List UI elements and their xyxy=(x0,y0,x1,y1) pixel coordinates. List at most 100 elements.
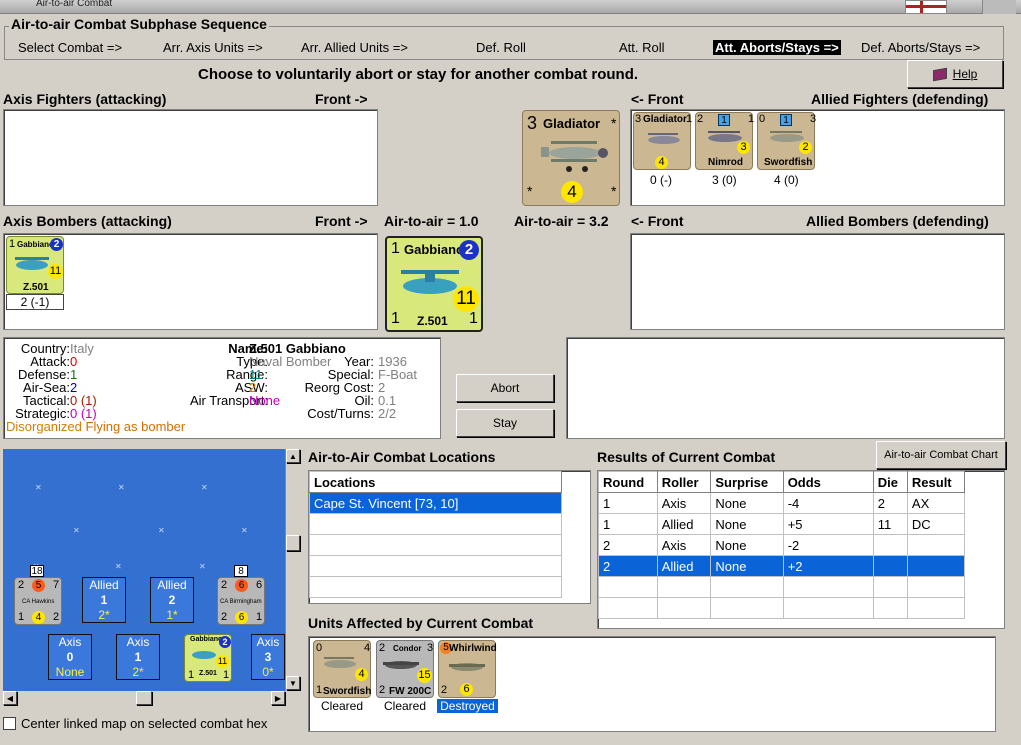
results-rows-2-5 xyxy=(906,534,966,556)
allied-fighter-nimrod[interactable]: 2 1 1 3 Nimrod xyxy=(695,112,754,170)
counter-tl: 3 xyxy=(635,113,642,125)
help-button[interactable]: Help xyxy=(907,60,1003,88)
results-rows-2-4 xyxy=(872,534,908,556)
counter-tl: 2 xyxy=(697,113,704,125)
map-hex-boxes-2-title: Axis xyxy=(58,635,82,649)
results-rows-2-2: None xyxy=(710,534,784,556)
counter-name: Gladiator xyxy=(543,116,601,131)
counter-name: Gladiator xyxy=(643,114,687,125)
scroll-down-arrow-icon[interactable]: ▼ xyxy=(286,676,300,690)
map-hex-boxes-3-title: Axis xyxy=(126,635,150,649)
map-ships-1-name: CA Birmingham xyxy=(220,599,262,605)
axis-fighters-panel[interactable] xyxy=(3,109,378,206)
affected-unit-condor[interactable]: 2 Condor 3 15 2 FW 200C xyxy=(376,640,434,698)
map-ships-1-orange: 6 xyxy=(235,579,248,592)
axis-bomber-caption: 2 (-1) xyxy=(6,294,64,310)
scroll-right-arrow-icon[interactable]: ▶ xyxy=(271,691,285,705)
step-arr-axis-units: Arr. Axis Units => xyxy=(163,40,263,55)
map-map-counter-bottom: Z.501 xyxy=(199,670,217,677)
status-flying-as-bomber: Flying as bomber xyxy=(85,419,186,434)
table-row[interactable]: 2 Axis None -2 xyxy=(598,534,966,556)
affected-unit-whirlwind[interactable]: 5 Whirlwind 2 6 xyxy=(438,640,497,698)
affected-units-0-tr: 4 xyxy=(364,642,371,654)
front-right-label-2: Front -> xyxy=(315,213,368,229)
allied-fighters-label: Allied Fighters (defending) xyxy=(811,91,989,107)
hex-box[interactable]: Axis 1 2* xyxy=(116,634,160,680)
axis-fighters-label: Axis Fighters (attacking) xyxy=(3,91,167,107)
abort-button[interactable]: Abort xyxy=(456,374,554,402)
locations-list[interactable]: Locations Cape St. Vincent [73, 10] xyxy=(308,470,591,604)
counter-value: 4 xyxy=(561,181,583,203)
front-left-label-2: <- Front xyxy=(631,213,684,229)
cost-label: Cost/Turns: xyxy=(307,406,374,421)
window-controls[interactable] xyxy=(982,0,1016,14)
location-row[interactable]: Cape St. Vincent [73, 10] xyxy=(309,492,562,514)
results-rows-1-4: 11 xyxy=(872,513,908,535)
selected-allied-counter[interactable]: 3 Gladiator * * * 4 xyxy=(522,110,620,206)
scroll-h-thumb[interactable] xyxy=(136,691,152,705)
results-rows-3-0: 2 xyxy=(598,555,658,577)
hex-box[interactable]: Axis 0 None xyxy=(48,634,92,680)
affected-units-1-tl: 2 xyxy=(379,642,386,654)
allied-fighter-caption: 0 (-) xyxy=(650,173,672,187)
results-rows-1-0: 1 xyxy=(598,513,658,535)
results-rows-2-1: Axis xyxy=(656,534,712,556)
map-hex-boxes-0-sub: 2* xyxy=(98,608,110,622)
allied-fighter-caption: 3 (0) xyxy=(712,173,737,187)
hex-box[interactable]: Allied 2 1* xyxy=(150,577,194,623)
scroll-up-arrow-icon[interactable]: ▲ xyxy=(286,449,300,463)
hex-box[interactable]: Allied 1 2* xyxy=(82,577,126,623)
table-row[interactable]: 1 Axis None -4 2 AX xyxy=(598,492,966,514)
affected-units-1-tr: 3 xyxy=(427,642,434,654)
counter-value: 4 xyxy=(655,156,668,169)
air-to-air-allied-label: Air-to-air = 3.2 xyxy=(514,213,609,229)
plane-icon xyxy=(383,661,419,669)
allied-bombers-panel[interactable] xyxy=(630,233,1005,330)
col-roller: Roller xyxy=(656,471,712,493)
affected-units-1-top: Condor xyxy=(393,644,422,653)
counter-attack: 3 xyxy=(527,113,538,133)
axis-bomber-gabbiano[interactable]: 1 Gabbiano 2 11 Z.501 xyxy=(6,236,64,294)
stay-button[interactable]: Stay xyxy=(456,409,554,437)
affected-unit-swordfish[interactable]: 0 4 4 1 Swordfish xyxy=(313,640,371,698)
results-table[interactable]: Round Roller Surprise Odds Die Result 1A… xyxy=(597,470,1005,629)
map-map-counter-badge: 2 xyxy=(219,636,231,648)
ship-counter-birmingham[interactable]: 2 6 6 CA Birmingham 2 6 1 xyxy=(217,577,265,625)
window-title: Air-to-air Combat xyxy=(36,0,113,9)
hex-box[interactable]: Axis 3 0* xyxy=(251,634,285,680)
selected-axis-counter[interactable]: 1 Gabbiano 2 11 1 Z.501 1 xyxy=(385,236,483,332)
allied-fighter-swordfish[interactable]: 0 1 3 2 Swordfish xyxy=(757,112,816,170)
affected-status-selected[interactable]: Destroyed xyxy=(437,699,498,713)
counter-value: 11 xyxy=(48,264,63,279)
affected-units-1-name: FW 200C xyxy=(389,686,432,697)
affected-title: Units Affected by Current Combat xyxy=(308,615,534,631)
map-ships-0-val: 4 xyxy=(32,611,45,624)
map-hex-boxes-1-num: 2 xyxy=(168,593,176,607)
combat-chart-button[interactable]: Air-to-air Combat Chart xyxy=(876,441,1006,469)
scroll-thumb[interactable] xyxy=(286,535,300,551)
results-rows-0-1: Axis xyxy=(656,492,712,514)
ship-counter-hawkins[interactable]: 2 5 7 CA Hawkins 1 4 2 xyxy=(14,577,62,625)
results-rows-0-0: 1 xyxy=(598,492,658,514)
locations-header: Locations xyxy=(309,471,562,493)
counter-attack: 1 xyxy=(391,240,400,257)
results-rows-0-3: -4 xyxy=(782,492,874,514)
table-row[interactable]: 1 Allied None +5 11 DC xyxy=(598,513,966,535)
map-horizontal-scrollbar[interactable]: ◀ ▶ xyxy=(3,691,300,705)
center-map-checkbox[interactable] xyxy=(3,717,16,730)
scroll-left-arrow-icon[interactable]: ◀ xyxy=(3,691,17,705)
unit-info-panel: Country: Attack: Defense: Air-Sea: Tacti… xyxy=(3,337,441,439)
counter-name: Swordfish xyxy=(764,157,813,168)
step-def-aborts-stays: Def. Aborts/Stays => xyxy=(861,40,981,55)
counter-badge: 1 xyxy=(780,114,792,126)
affected-status: Cleared xyxy=(384,699,427,713)
map-hex-boxes-4-num: 3 xyxy=(264,650,272,664)
map-hex-boxes-4-title: Axis xyxy=(256,635,280,649)
table-row[interactable]: 2 Allied None +2 xyxy=(598,555,966,577)
results-rows-0-5: AX xyxy=(906,492,966,514)
map-gabbiano-counter[interactable]: Gabbiano 2 11 1 Z.501 1 xyxy=(184,634,232,682)
allied-fighter-gladiator[interactable]: 3 Gladiator 1 4 xyxy=(633,112,692,170)
stack-count: 8 xyxy=(234,565,248,577)
map-vertical-scrollbar[interactable]: ▲ ▼ xyxy=(285,449,300,691)
map-hex-boxes-3-num: 1 xyxy=(134,650,142,664)
